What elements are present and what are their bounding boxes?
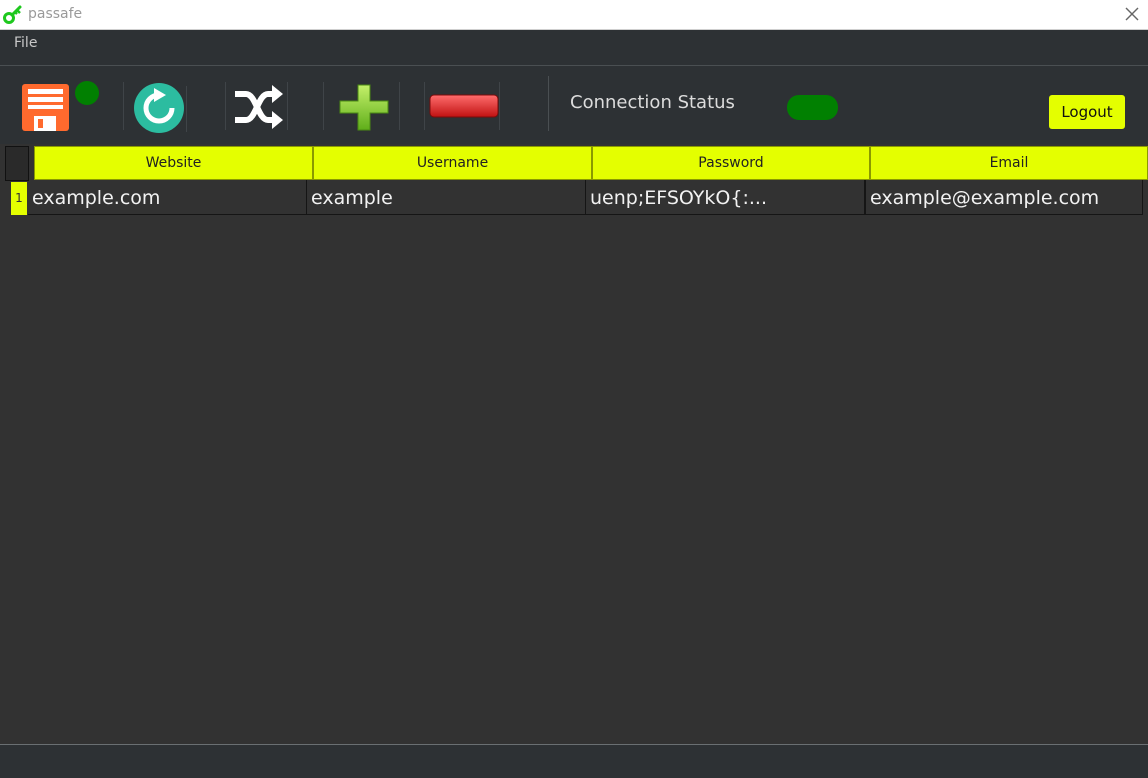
menu-bar: File: [0, 30, 1148, 66]
column-header-password[interactable]: Password: [592, 146, 870, 180]
table-corner-button[interactable]: [5, 146, 29, 181]
column-header-website[interactable]: Website: [34, 146, 313, 180]
key-icon: [3, 5, 22, 24]
cell-username[interactable]: example: [307, 180, 586, 215]
add-button[interactable]: [339, 83, 391, 133]
toolbar-separator: [225, 82, 226, 130]
menu-file[interactable]: File: [14, 35, 37, 51]
remove-button[interactable]: [429, 94, 500, 120]
refresh-button[interactable]: [132, 81, 187, 136]
toolbar-separator: [123, 82, 124, 130]
floppy-disk-save-icon: [22, 81, 99, 131]
column-header-email[interactable]: Email: [870, 146, 1148, 180]
toolbar-separator: [323, 82, 324, 130]
cell-website[interactable]: example.com: [28, 180, 307, 215]
status-bar: [0, 744, 1148, 778]
window-title: passafe: [28, 6, 83, 22]
save-button[interactable]: [14, 78, 104, 134]
cell-email[interactable]: example@example.com: [865, 180, 1143, 215]
row-number[interactable]: 1: [11, 182, 27, 215]
plus-icon: [339, 84, 389, 131]
title-bar: passafe: [0, 0, 1148, 30]
close-icon[interactable]: [1122, 4, 1142, 24]
connection-status-indicator: [787, 95, 838, 120]
connection-status-label: Connection Status: [570, 92, 735, 113]
minus-icon: [429, 94, 499, 118]
shuffle-button[interactable]: [232, 84, 284, 130]
cell-password[interactable]: uenp;EFSOYkO{:...: [586, 180, 865, 215]
toolbar: Connection Status Logout: [0, 66, 1148, 144]
toolbar-separator: [424, 82, 425, 130]
toolbar-separator: [399, 82, 400, 130]
logout-button[interactable]: Logout: [1049, 95, 1125, 129]
password-table: Website Username Password Email 1 exampl…: [0, 145, 1148, 743]
shuffle-icon: [235, 85, 283, 129]
toolbar-separator: [548, 76, 549, 131]
column-header-username[interactable]: Username: [313, 146, 592, 180]
refresh-icon: [134, 83, 184, 133]
toolbar-separator: [287, 82, 288, 130]
